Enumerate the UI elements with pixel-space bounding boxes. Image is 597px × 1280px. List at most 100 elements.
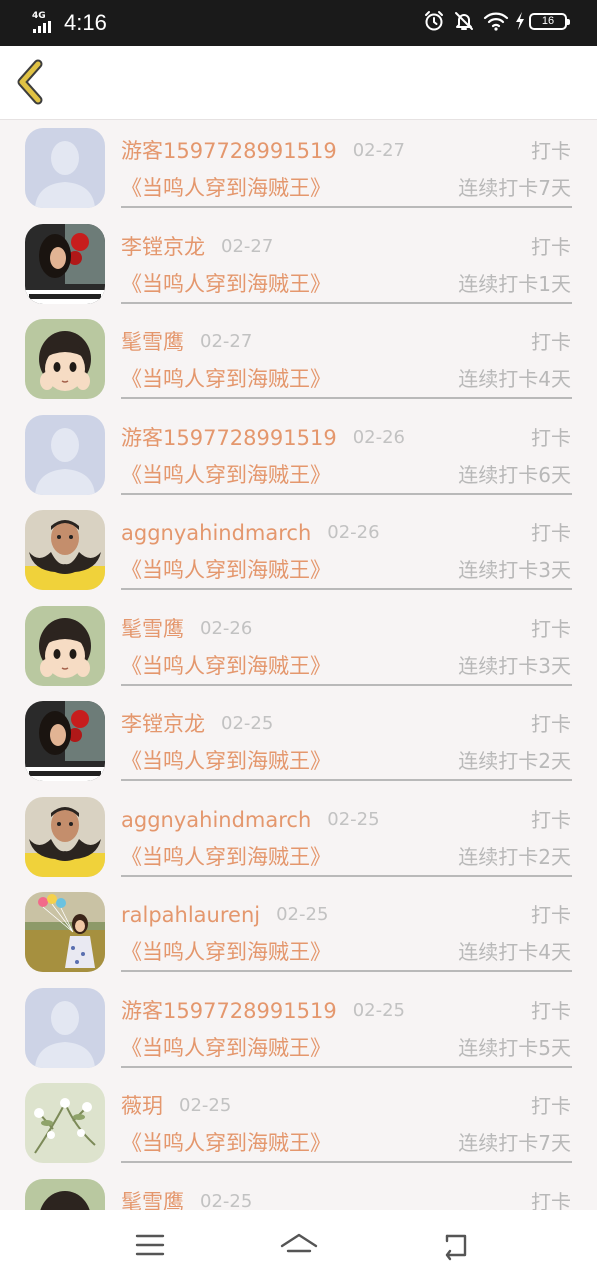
checkin-label: 打卡 [531,1189,571,1211]
book-title[interactable]: 《当鸣人穿到海贼王》 [121,463,331,487]
streak-count: 连续打卡4天 [458,940,571,964]
divider [121,588,572,590]
alarm-icon [423,10,445,32]
list-item[interactable]: 髦雪鹰 02-27 打卡 《当鸣人穿到海贼王》 连续打卡4天 [0,311,597,407]
book-title[interactable]: 《当鸣人穿到海贼王》 [121,272,331,296]
bell-muted-icon [453,10,475,32]
book-title[interactable]: 《当鸣人穿到海贼王》 [121,367,331,391]
checkin-date: 02-26 [327,522,380,543]
checkin-date: 02-27 [221,235,274,257]
book-title[interactable]: 《当鸣人穿到海贼王》 [121,845,331,869]
checkin-label: 打卡 [531,712,571,736]
checkin-label: 打卡 [531,425,571,450]
charging-icon [515,12,525,30]
app-bar [0,46,597,120]
streak-count: 连续打卡6天 [458,462,571,487]
list-item[interactable]: 李镗京龙 02-25 打卡 《当鸣人穿到海贼王》 连续打卡2天 [0,693,597,789]
status-time: 4:16 [64,10,107,35]
menu-button[interactable] [128,1224,172,1264]
book-title[interactable]: 《当鸣人穿到海贼王》 [121,654,331,678]
divider [121,1065,572,1068]
book-title[interactable]: 《当鸣人穿到海贼王》 [121,1131,331,1155]
book-title[interactable]: 《当鸣人穿到海贼王》 [121,1036,331,1060]
checkin-label: 打卡 [531,139,571,163]
user-name[interactable]: 李镗京龙 [121,232,205,262]
checkin-label: 打卡 [531,903,571,927]
list-item[interactable]: aggnyahindmarch 02-26 打卡 《当鸣人穿到海贼王》 连续打卡3… [0,502,597,598]
bearded-man-icon[interactable] [25,796,105,877]
list-item[interactable]: 李镗京龙 02-27 打卡 《当鸣人穿到海贼王》 连续打卡1天 [0,216,597,312]
field-girl-balloons-icon[interactable] [25,892,105,972]
back-button[interactable] [12,56,52,108]
user-name[interactable]: 薇玥 [121,1091,163,1121]
list-item[interactable]: 游客1597728991519 02-26 打卡 《当鸣人穿到海贼王》 连续打卡6… [0,407,597,503]
user-name[interactable]: aggnyahindmarch [121,805,311,835]
checkin-label: 打卡 [531,330,571,354]
streak-count: 连续打卡2天 [458,844,571,869]
photo-girl-red-icon[interactable] [25,223,105,304]
user-name[interactable]: 游客1597728991519 [121,423,337,453]
streak-count: 连续打卡3天 [458,653,571,678]
checkin-date: 02-27 [352,140,406,161]
system-nav-bar [0,1210,597,1280]
home-button[interactable] [277,1224,321,1264]
checkin-label: 打卡 [531,521,571,545]
streak-count: 连续打卡3天 [458,558,571,582]
user-name[interactable]: ralpahlaurenj [121,900,260,930]
user-name[interactable]: 李镗京龙 [121,709,205,739]
user-name[interactable]: 游客1597728991519 [121,136,337,166]
divider [121,779,572,781]
divider [121,492,572,495]
list-item[interactable]: aggnyahindmarch 02-25 打卡 《当鸣人穿到海贼王》 连续打卡2… [0,789,597,885]
flower-painting-icon[interactable] [25,1083,105,1163]
book-title[interactable]: 《当鸣人穿到海贼王》 [121,558,331,582]
back-nav-button[interactable] [434,1224,478,1264]
user-name[interactable]: 髦雪鹰 [121,1187,184,1211]
anime-girl-icon[interactable] [25,605,105,686]
anime-girl-icon[interactable] [25,1178,105,1210]
checkin-date: 02-25 [352,999,406,1021]
default-person-icon[interactable] [25,987,105,1068]
user-name[interactable]: 髦雪鹰 [121,327,184,357]
checkin-date: 02-25 [276,904,329,925]
user-name[interactable]: 髦雪鹰 [121,614,184,644]
book-title[interactable]: 《当鸣人穿到海贼王》 [121,176,331,200]
book-title[interactable]: 《当鸣人穿到海贼王》 [121,940,331,964]
list-item[interactable]: ralpahlaurenj 02-25 打卡 《当鸣人穿到海贼王》 连续打卡4天 [0,884,597,980]
status-left: 4G 4:16 [32,8,107,38]
home-icon [280,1233,318,1253]
list-item[interactable]: 游客1597728991519 02-27 打卡 《当鸣人穿到海贼王》 连续打卡7… [0,120,597,216]
divider [121,206,572,208]
divider [121,1161,572,1163]
list-item[interactable]: 髦雪鹰 02-25 打卡 [0,1171,597,1211]
bearded-man-icon[interactable] [25,510,105,590]
wifi-icon [483,11,509,31]
divider [121,301,572,304]
checkin-date: 02-25 [221,713,274,734]
anime-girl-icon[interactable] [25,319,105,399]
checkin-label: 打卡 [531,1094,571,1118]
menu-icon [135,1234,165,1256]
user-name[interactable]: 游客1597728991519 [121,996,337,1026]
user-name[interactable]: aggnyahindmarch [121,518,311,548]
checkin-list[interactable]: 游客1597728991519 02-27 打卡 《当鸣人穿到海贼王》 连续打卡7… [0,120,597,1210]
default-person-icon[interactable] [25,128,105,208]
signal-icon: 4G [32,11,58,35]
book-title[interactable]: 《当鸣人穿到海贼王》 [121,749,331,773]
list-item[interactable]: 髦雪鹰 02-26 打卡 《当鸣人穿到海贼王》 连续打卡3天 [0,598,597,694]
checkin-label: 打卡 [531,807,571,832]
streak-count: 连续打卡7天 [458,1131,571,1155]
checkin-label: 打卡 [531,998,571,1023]
back-arrow-icon [445,1234,467,1261]
checkin-date: 02-26 [200,617,253,639]
list-item[interactable]: 薇玥 02-25 打卡 《当鸣人穿到海贼王》 连续打卡7天 [0,1075,597,1171]
photo-girl-red-icon[interactable] [25,701,105,781]
streak-count: 连续打卡4天 [458,367,571,391]
checkin-date: 02-25 [179,1095,232,1116]
default-person-icon[interactable] [25,414,105,495]
list-item[interactable]: 游客1597728991519 02-25 打卡 《当鸣人穿到海贼王》 连续打卡5… [0,980,597,1076]
status-right: 16 [423,10,570,32]
checkin-date: 02-25 [200,1190,253,1211]
checkin-date: 02-26 [352,426,406,448]
streak-count: 连续打卡1天 [458,271,571,296]
